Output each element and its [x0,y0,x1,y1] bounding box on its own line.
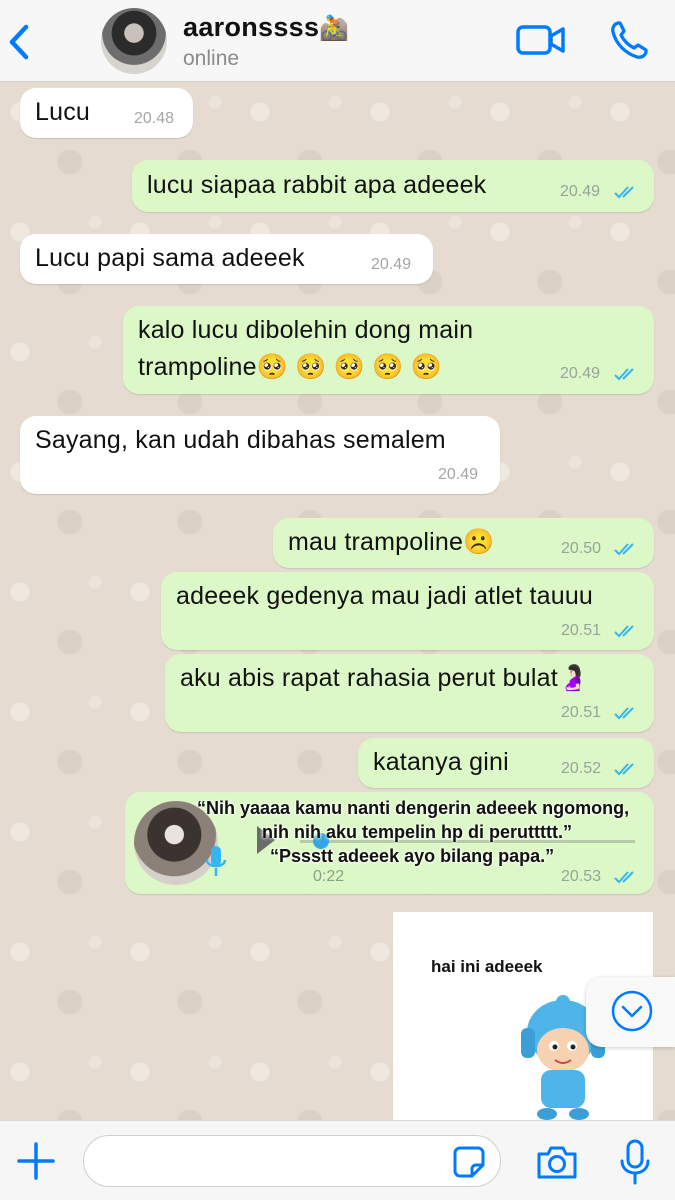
message-text-line2: trampoline🥺 🥺 🥺 🥺 🥺 [138,353,442,381]
message-bubble-outgoing[interactable]: aku abis rapat rahasia perut bulat🤰🏻 20.… [165,654,654,732]
message-time: 20.48 [134,110,175,127]
message-time: 20.50 [561,540,602,557]
message-bubble-outgoing[interactable]: kalo lucu dibolehin dong main trampoline… [123,306,654,394]
message-input[interactable] [83,1135,501,1187]
message-text: katanya gini [373,748,509,776]
read-ticks-icon [614,871,634,884]
read-ticks-icon [614,707,634,720]
read-ticks-icon [614,368,634,381]
message-text: adeeek gedenya mau jadi atlet tauuu [176,582,594,610]
mic-icon [205,846,227,876]
message-time: 20.49 [560,183,601,200]
plus-icon[interactable] [16,1141,56,1181]
contact-name-text: aaronssss [183,12,320,42]
message-bubble-incoming[interactable]: Sayang, kan udah dibahas semalem 20.49 [20,416,500,494]
message-text-line1: kalo lucu dibolehin dong main [138,316,474,344]
message-text: mau trampoline☹️ [288,528,495,556]
contact-name[interactable]: aaronssss🚵 [183,12,349,43]
message-bubble-incoming[interactable]: Lucu papi sama adeeek 20.49 [20,234,433,284]
bike-emoji: 🚵 [319,15,350,42]
caption-line: nih nih aku tempelin hp di peruttttt.” [262,822,572,842]
message-bubble-outgoing[interactable]: lucu siapaa rabbit apa adeeek 20.49 [132,160,654,212]
chevron-down-icon [611,990,653,1032]
message-input-bar [0,1120,675,1200]
chat-area[interactable]: Lucu 20.48 lucu siapaa rabbit apa adeeek… [0,82,675,1120]
message-text: lucu siapaa rabbit apa adeeek [147,171,487,199]
message-time: 20.51 [561,622,602,639]
message-time: 20.53 [561,868,602,885]
contact-avatar[interactable] [101,8,167,74]
voice-message-bubble[interactable]: 0:22 20.53 “Nih yaaaa kamu nanti dengeri… [125,792,654,894]
chat-header: aaronssss🚵 online [0,0,675,82]
contact-status: online [183,47,240,70]
video-call-icon[interactable] [515,22,567,58]
read-ticks-icon [614,625,634,638]
message-time: 20.52 [561,760,602,777]
mic-icon[interactable] [620,1139,650,1185]
message-time: 20.49 [560,365,601,382]
message-time: 20.49 [371,256,412,273]
message-time: 20.51 [561,704,602,721]
message-bubble-outgoing[interactable]: katanya gini 20.52 [358,738,654,788]
read-ticks-icon [614,763,634,776]
phone-icon[interactable] [609,19,649,61]
caption-line: “Pssstt adeeek ayo bilang papa.” [270,846,555,866]
message-bubble-outgoing[interactable]: adeeek gedenya mau jadi atlet tauuu 20.5… [161,572,654,650]
read-ticks-icon [614,186,634,199]
camera-icon[interactable] [535,1143,579,1181]
image-caption: hai ini adeeek [431,957,543,976]
caption-line: “Nih yaaaa kamu nanti dengerin adeeek ng… [197,798,630,818]
voice-duration: 0:22 [313,868,345,885]
read-ticks-icon [614,543,634,556]
scroll-to-bottom-button[interactable] [586,977,675,1047]
message-text: Lucu [35,98,91,126]
message-bubble-outgoing[interactable]: mau trampoline☹️ 20.50 [273,518,654,568]
sticker-icon[interactable] [452,1145,486,1179]
message-text: aku abis rapat rahasia perut bulat🤰🏻 [180,664,590,692]
message-bubble-incoming[interactable]: Lucu 20.48 [20,88,193,138]
message-text: Sayang, kan udah dibahas semalem [35,426,446,454]
back-chevron-icon[interactable] [4,22,34,62]
message-text: Lucu papi sama adeeek [35,244,305,272]
message-time: 20.49 [438,466,479,483]
